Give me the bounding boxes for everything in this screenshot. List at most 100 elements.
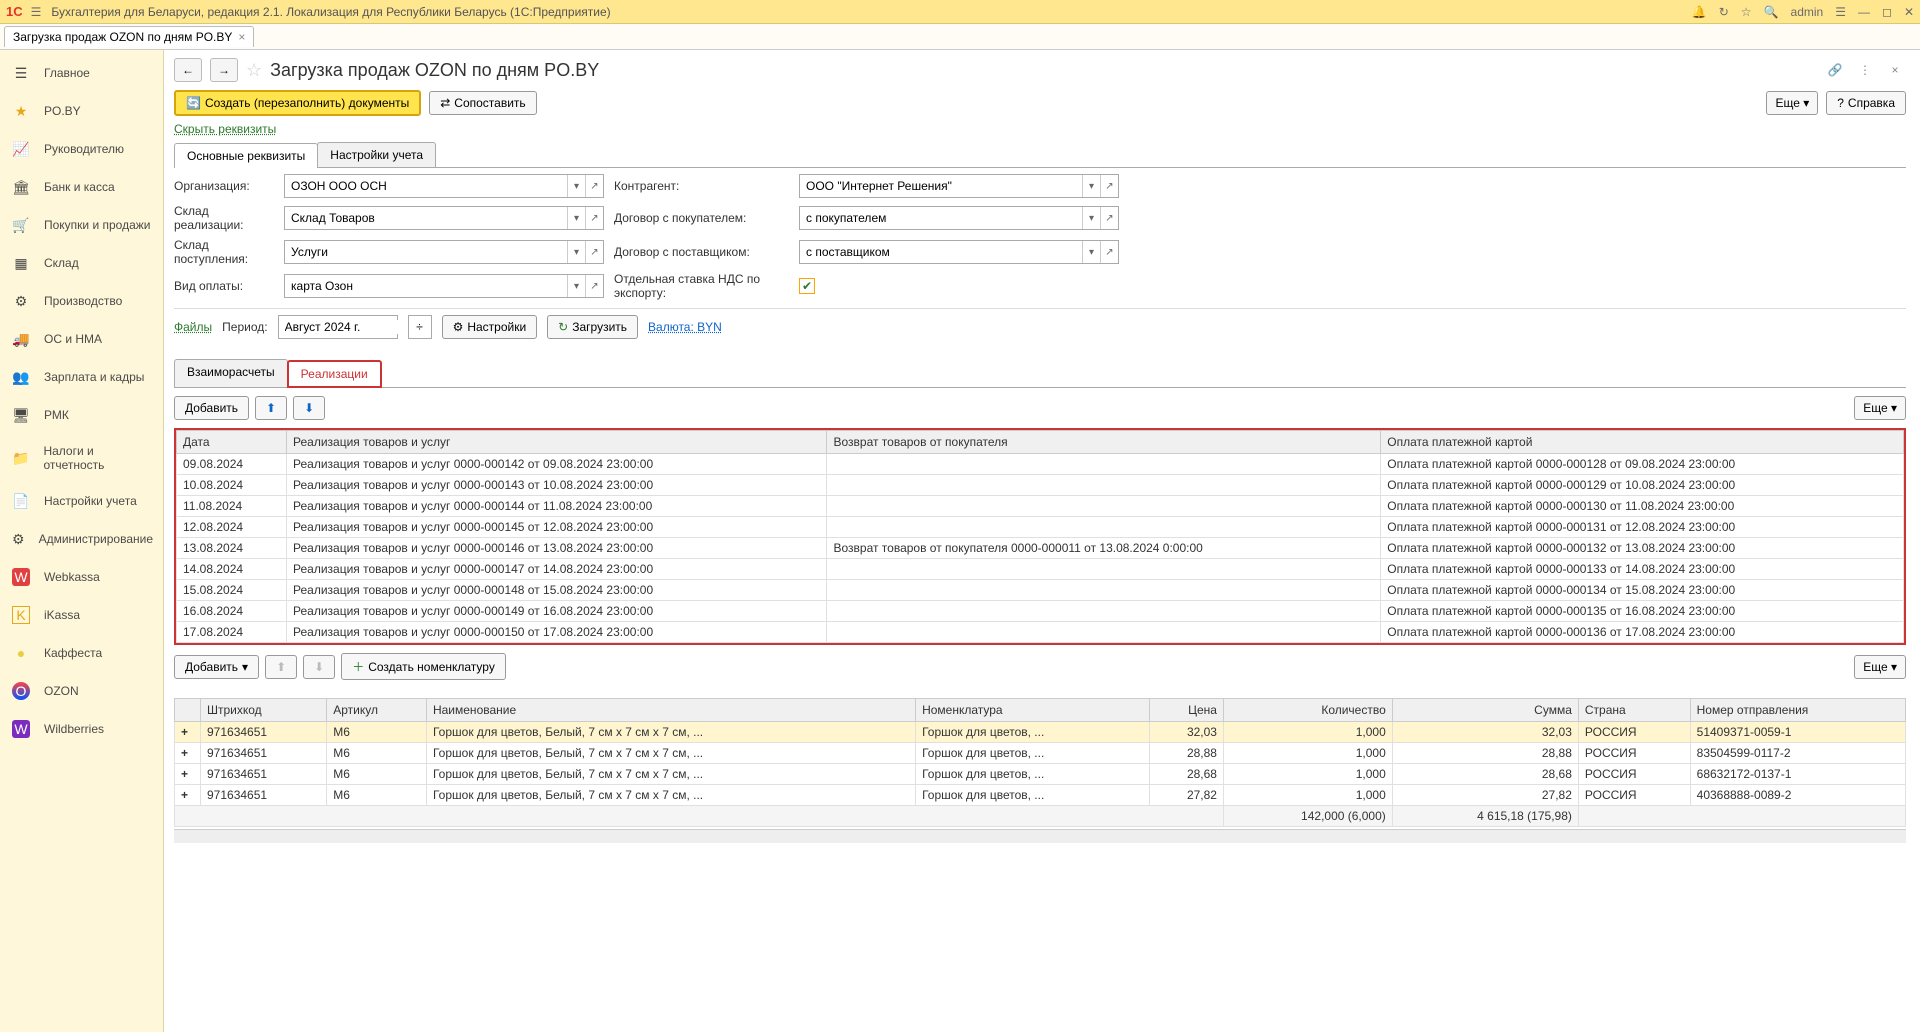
sidebar-item-webkassa[interactable]: WWebkassa	[0, 558, 163, 596]
tab-ozon-load[interactable]: Загрузка продаж OZON по дням PO.BY ×	[4, 26, 254, 47]
org-input-field[interactable]	[285, 179, 567, 193]
sidebar-item-wildberries[interactable]: WWildberries	[0, 710, 163, 748]
contract-supplier-field[interactable]	[800, 245, 1082, 259]
move-up-button-2[interactable]: ⬆	[265, 655, 297, 679]
close-icon[interactable]: ×	[1884, 59, 1906, 81]
col-return[interactable]: Возврат товаров от покупателя	[827, 431, 1381, 454]
maximize-icon[interactable]: ◻	[1882, 5, 1892, 19]
move-down-button[interactable]: ⬇	[293, 396, 325, 420]
sidebar-item-poby[interactable]: ★PO.BY	[0, 92, 163, 130]
search-icon[interactable]: 🔍	[1764, 5, 1779, 19]
contract-supplier-input[interactable]: ▾↗	[799, 240, 1119, 264]
dropdown-icon[interactable]: ▾	[1082, 241, 1100, 263]
expand-icon[interactable]: +	[175, 743, 201, 764]
create-documents-button[interactable]: 🔄Создать (перезаполнить) документы	[174, 90, 421, 116]
col-date[interactable]: Дата	[177, 431, 287, 454]
open-icon[interactable]: ↗	[585, 175, 603, 197]
table-row[interactable]: +971634651M6Горшок для цветов, Белый, 7 …	[175, 764, 1906, 785]
col-barcode[interactable]: Штрихкод	[201, 699, 327, 722]
close-icon[interactable]: ✕	[1904, 5, 1914, 19]
add-button-2[interactable]: Добавить ▾	[174, 655, 259, 679]
org-input[interactable]: ▾↗	[284, 174, 604, 198]
table-row[interactable]: 16.08.2024Реализация товаров и услуг 000…	[177, 601, 1904, 622]
store2-input[interactable]: ▾↗	[284, 240, 604, 264]
close-icon[interactable]: ×	[238, 30, 245, 44]
table-row[interactable]: 10.08.2024Реализация товаров и услуг 000…	[177, 475, 1904, 496]
tab-accounting-settings[interactable]: Настройки учета	[317, 142, 436, 167]
user-label[interactable]: admin	[1791, 5, 1824, 19]
settings-icon[interactable]: ☰	[1835, 5, 1846, 19]
col-name[interactable]: Наименование	[426, 699, 915, 722]
link-icon[interactable]: 🔗	[1824, 59, 1846, 81]
sidebar-item-main[interactable]: ☰Главное	[0, 54, 163, 92]
dropdown-icon[interactable]: ▾	[567, 275, 585, 297]
menu-icon[interactable]: ☰	[31, 5, 42, 19]
move-up-button[interactable]: ⬆	[255, 396, 287, 420]
sidebar-item-bank[interactable]: 🏛Банк и касса	[0, 168, 163, 206]
open-icon[interactable]: ↗	[1100, 175, 1118, 197]
sidebar-item-ikassa[interactable]: KiKassa	[0, 596, 163, 634]
col-sku[interactable]: Артикул	[327, 699, 427, 722]
files-link[interactable]: Файлы	[174, 320, 212, 334]
table-row[interactable]: 11.08.2024Реализация товаров и услуг 000…	[177, 496, 1904, 517]
open-icon[interactable]: ↗	[585, 207, 603, 229]
sidebar-item-assets[interactable]: 🚚ОС и НМА	[0, 320, 163, 358]
dropdown-icon[interactable]: ▾	[1082, 175, 1100, 197]
nav-forward-button[interactable]: →	[210, 58, 238, 82]
col-qty[interactable]: Количество	[1223, 699, 1392, 722]
contract-buyer-input[interactable]: ▾↗	[799, 206, 1119, 230]
col-nom[interactable]: Номенклатура	[916, 699, 1150, 722]
period-stepper[interactable]: ÷	[408, 315, 432, 339]
col-sum[interactable]: Сумма	[1392, 699, 1578, 722]
compare-button[interactable]: ⇄Сопоставить	[429, 91, 536, 115]
tab-settlements[interactable]: Взаиморасчеты	[174, 359, 288, 387]
create-nom-button[interactable]: ＋Создать номенклатуру	[341, 653, 506, 680]
table-row[interactable]: 15.08.2024Реализация товаров и услуг 000…	[177, 580, 1904, 601]
nav-back-button[interactable]: ←	[174, 58, 202, 82]
store-input-field[interactable]	[285, 211, 567, 225]
settings-button[interactable]: ⚙Настройки	[442, 315, 538, 339]
currency-link[interactable]: Валюта: BYN	[648, 320, 722, 334]
open-icon[interactable]: ↗	[585, 241, 603, 263]
sidebar-item-ozon[interactable]: OOZON	[0, 672, 163, 710]
open-icon[interactable]: ↗	[1100, 207, 1118, 229]
sidebar-item-sales[interactable]: 🛒Покупки и продажи	[0, 206, 163, 244]
open-icon[interactable]: ↗	[1100, 241, 1118, 263]
bell-icon[interactable]: 🔔	[1692, 5, 1707, 19]
paytype-input-field[interactable]	[285, 279, 567, 293]
col-country[interactable]: Страна	[1578, 699, 1690, 722]
help-button[interactable]: ? Справка	[1826, 91, 1906, 115]
tab-main-props[interactable]: Основные реквизиты	[174, 143, 318, 168]
table-row[interactable]: 09.08.2024Реализация товаров и услуг 000…	[177, 454, 1904, 475]
more-button[interactable]: Еще ▾	[1766, 91, 1818, 115]
table-row[interactable]: 17.08.2024Реализация товаров и услуг 000…	[177, 622, 1904, 643]
more-button[interactable]: Еще ▾	[1854, 396, 1906, 420]
table-row[interactable]: 14.08.2024Реализация товаров и услуг 000…	[177, 559, 1904, 580]
sidebar-item-warehouse[interactable]: ▦Склад	[0, 244, 163, 282]
sidebar-item-kaffesta[interactable]: ●Каффеста	[0, 634, 163, 672]
store2-input-field[interactable]	[285, 245, 567, 259]
sidebar-item-tax[interactable]: 📁Налоги и отчетность	[0, 434, 163, 482]
minimize-icon[interactable]: —	[1858, 5, 1870, 19]
sidebar-item-hr[interactable]: 👥Зарплата и кадры	[0, 358, 163, 396]
sidebar-item-settings[interactable]: 📄Настройки учета	[0, 482, 163, 520]
table-row[interactable]: +971634651M6Горшок для цветов, Белый, 7 …	[175, 722, 1906, 743]
hide-fields-link[interactable]: Скрыть реквизиты	[174, 122, 1906, 136]
tab-realizations[interactable]: Реализации	[287, 360, 382, 388]
dropdown-icon[interactable]: ▾	[567, 175, 585, 197]
col-price[interactable]: Цена	[1149, 699, 1223, 722]
paytype-input[interactable]: ▾↗	[284, 274, 604, 298]
table-row[interactable]: 13.08.2024Реализация товаров и услуг 000…	[177, 538, 1904, 559]
contract-buyer-field[interactable]	[800, 211, 1082, 225]
table-row[interactable]: 12.08.2024Реализация товаров и услуг 000…	[177, 517, 1904, 538]
export-vat-checkbox[interactable]: ✔	[799, 278, 815, 294]
add-button[interactable]: Добавить	[174, 396, 249, 420]
move-down-button-2[interactable]: ⬇	[303, 655, 335, 679]
sidebar-item-rmk[interactable]: 🖥РМК	[0, 396, 163, 434]
open-icon[interactable]: ↗	[585, 275, 603, 297]
table-row[interactable]: +971634651M6Горшок для цветов, Белый, 7 …	[175, 785, 1906, 806]
sidebar-item-manager[interactable]: 📈Руководителю	[0, 130, 163, 168]
store-input[interactable]: ▾↗	[284, 206, 604, 230]
table-row[interactable]: +971634651M6Горшок для цветов, Белый, 7 …	[175, 743, 1906, 764]
history-icon[interactable]: ↻	[1719, 5, 1729, 19]
